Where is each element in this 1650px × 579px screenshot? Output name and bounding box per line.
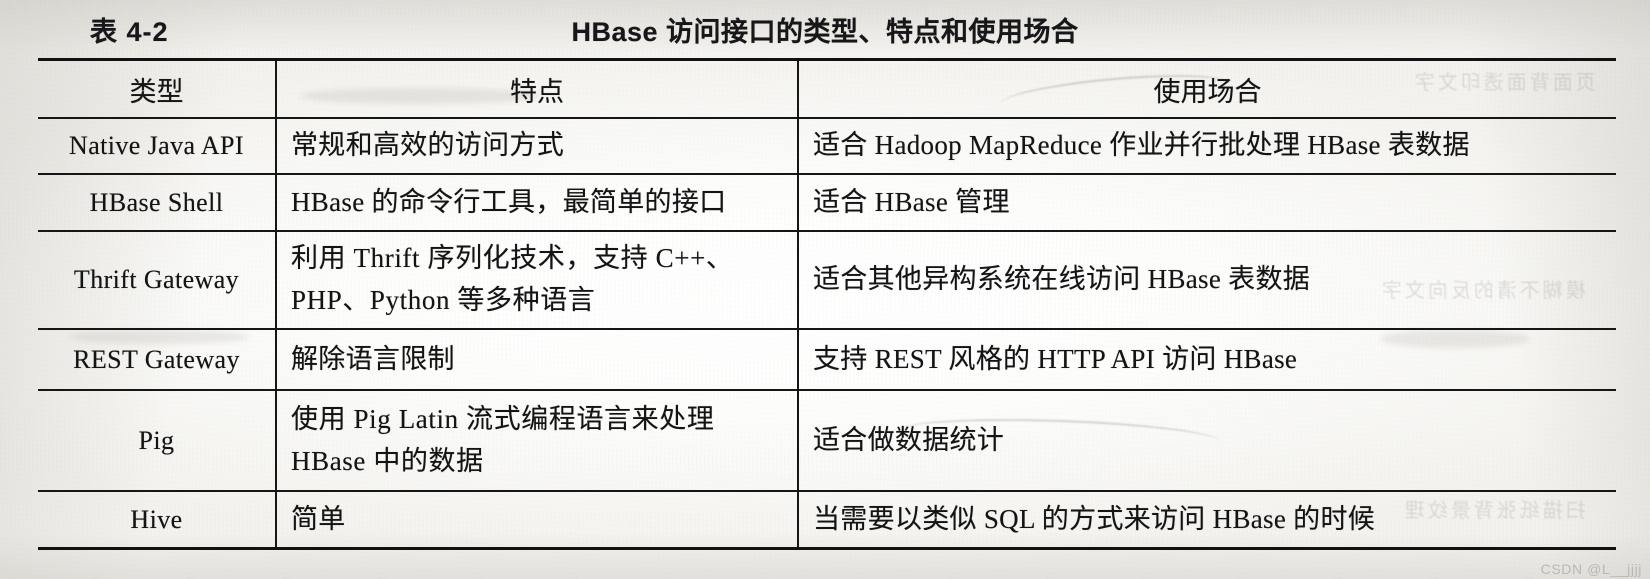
cell-type: Pig <box>38 389 277 491</box>
cell-usecase: 适合做数据统计 <box>798 389 1616 491</box>
feature-line: 解除语言限制 <box>291 343 455 374</box>
column-header-usecase: 使用场合 <box>798 58 1616 118</box>
feature-line: 简单 <box>291 503 346 534</box>
cell-feature: HBase 的命令行工具，最简单的接口 <box>276 173 799 231</box>
column-header-feature: 特点 <box>276 58 799 118</box>
cell-type: REST Gateway <box>38 328 277 390</box>
table-container: 类型 特点 使用场合 Native Java API 常规和高效的访问方式 适合… <box>38 58 1616 550</box>
usecase-line: 适合其他异构系统在线访问 HBase 表数据 <box>813 264 1311 295</box>
cell-usecase: 支持 REST 风格的 HTTP API 访问 HBase <box>798 328 1616 390</box>
usecase-line: 适合 HBase 管理 <box>813 186 1010 217</box>
table-row: Thrift Gateway 利用 Thrift 序列化技术，支持 C++、 P… <box>38 230 1616 329</box>
usecase-line: 适合做数据统计 <box>813 424 1005 455</box>
cell-feature: 常规和高效的访问方式 <box>276 117 799 174</box>
cell-usecase: 适合 Hadoop MapReduce 作业并行批处理 HBase 表数据 <box>798 117 1616 174</box>
cell-type: Native Java API <box>38 117 277 174</box>
cell-usecase: 当需要以类似 SQL 的方式来访问 HBase 的时候 <box>798 490 1616 550</box>
cell-type: Thrift Gateway <box>38 230 277 329</box>
feature-line: HBase 中的数据 <box>291 445 484 476</box>
scanned-page: 页面背面透印文字 模糊不清的反向文字 扫描纸张背景纹理 表 4-2 HBase … <box>0 0 1650 579</box>
table-row: HBase Shell HBase 的命令行工具，最简单的接口 适合 HBase… <box>38 173 1616 231</box>
hbase-access-interface-table: 类型 特点 使用场合 Native Java API 常规和高效的访问方式 适合… <box>38 58 1616 550</box>
feature-line: PHP、Python 等多种语言 <box>291 285 596 315</box>
cell-feature: 简单 <box>276 490 799 550</box>
column-header-type: 类型 <box>38 58 277 118</box>
table-row: Native Java API 常规和高效的访问方式 适合 Hadoop Map… <box>38 117 1616 174</box>
usecase-line: 适合 Hadoop MapReduce 作业并行批处理 HBase 表数据 <box>813 130 1470 161</box>
cell-usecase: 适合 HBase 管理 <box>798 173 1616 231</box>
table-body: Native Java API 常规和高效的访问方式 适合 Hadoop Map… <box>38 117 1616 550</box>
cell-feature: 利用 Thrift 序列化技术，支持 C++、 PHP、Python 等多种语言 <box>276 230 799 329</box>
table-row: REST Gateway 解除语言限制 支持 REST 风格的 HTTP API… <box>38 328 1616 390</box>
usecase-line: 支持 REST 风格的 HTTP API 访问 HBase <box>813 343 1298 374</box>
cell-feature: 解除语言限制 <box>276 328 799 390</box>
cell-feature: 使用 Pig Latin 流式编程语言来处理 HBase 中的数据 <box>276 389 799 491</box>
header-row: 类型 特点 使用场合 <box>38 58 1616 118</box>
cell-usecase: 适合其他异构系统在线访问 HBase 表数据 <box>798 230 1616 329</box>
feature-line: 常规和高效的访问方式 <box>291 130 564 161</box>
feature-line: 使用 Pig Latin 流式编程语言来处理 <box>291 403 715 434</box>
table-title: HBase 访问接口的类型、特点和使用场合 <box>571 17 1079 47</box>
cell-type: Hive <box>38 490 277 550</box>
cell-type: HBase Shell <box>38 173 277 231</box>
feature-line: 利用 Thrift 序列化技术，支持 C++、 <box>291 243 734 274</box>
table-row: Hive 简单 当需要以类似 SQL 的方式来访问 HBase 的时候 <box>38 490 1616 550</box>
csdn-watermark: CSDN @L__jjjj <box>1540 561 1642 577</box>
table-head: 类型 特点 使用场合 <box>38 58 1616 118</box>
table-row: Pig 使用 Pig Latin 流式编程语言来处理 HBase 中的数据 适合… <box>38 389 1616 491</box>
feature-line: HBase 的命令行工具，最简单的接口 <box>291 186 727 217</box>
usecase-line: 当需要以类似 SQL 的方式来访问 HBase 的时候 <box>813 503 1376 534</box>
table-caption: 表 4-2 HBase 访问接口的类型、特点和使用场合 <box>0 6 1650 54</box>
